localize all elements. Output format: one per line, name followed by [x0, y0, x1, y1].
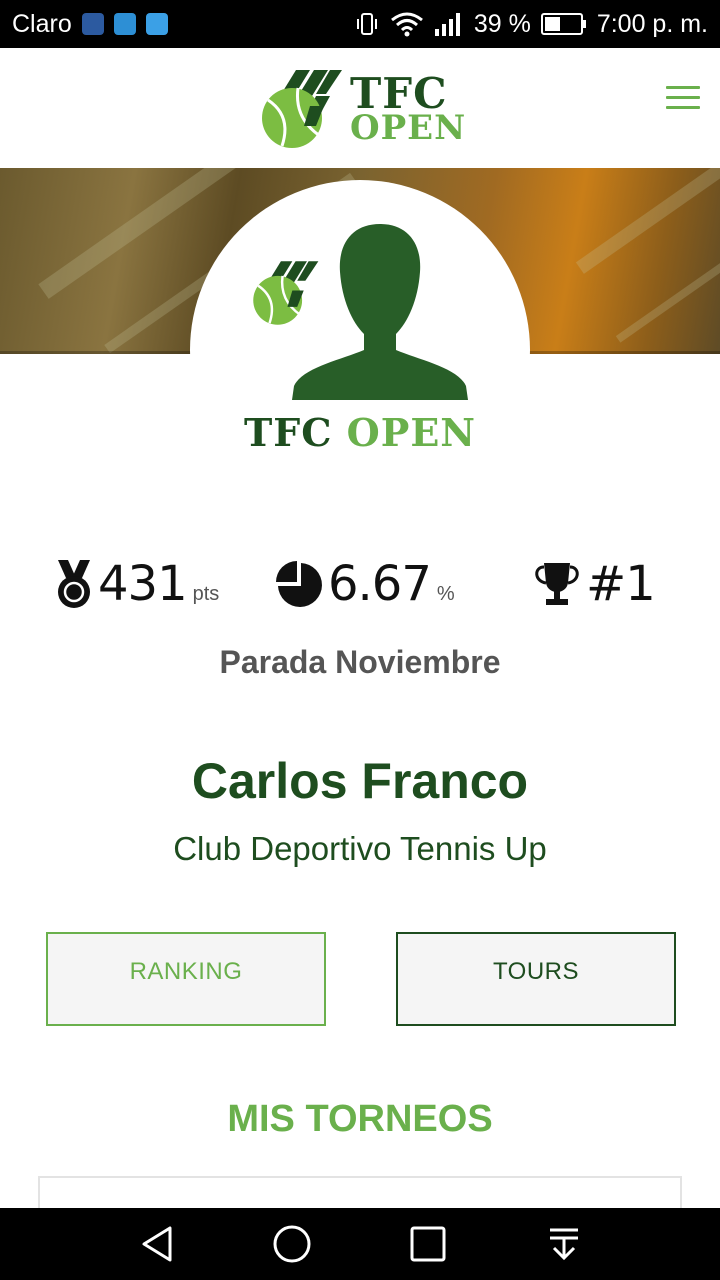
- player-stats: 431 pts 6.67 % #1: [0, 556, 720, 626]
- battery-percent: 39 %: [473, 9, 531, 38]
- battery-icon: [540, 13, 586, 35]
- tennis-ball-logo-icon: [262, 70, 342, 148]
- messenger-notification-icon: [113, 13, 136, 35]
- medal-icon: [58, 560, 90, 608]
- avatar-brand-tfc: TFC: [243, 410, 333, 455]
- header-logo[interactable]: TFC OPEN: [258, 66, 466, 152]
- percent-value: 6.67: [328, 556, 432, 612]
- points-value: 431: [98, 556, 188, 612]
- ranking-button[interactable]: RANKING: [46, 932, 326, 1026]
- logo-text-open: OPEN: [350, 107, 467, 148]
- chat-notification-icon: [145, 13, 168, 35]
- signal-icon: [434, 13, 460, 36]
- back-icon[interactable]: [138, 1224, 178, 1264]
- recent-apps-icon[interactable]: [408, 1224, 448, 1264]
- wifi-icon: [390, 12, 423, 37]
- status-bar: Claro 39 % 7:00 p. m.: [0, 0, 720, 48]
- clock: 7:00 p. m.: [596, 9, 708, 38]
- system-nav-bar: [0, 1208, 720, 1280]
- trophy-icon: [535, 563, 579, 605]
- percent-unit: %: [436, 583, 455, 605]
- app-header: TFC OPEN: [0, 48, 720, 168]
- stat-percent: 6.67 %: [274, 556, 455, 612]
- tours-button[interactable]: TOURS: [396, 932, 676, 1026]
- carrier-label: Claro: [12, 9, 72, 38]
- player-name: Carlos Franco: [191, 753, 529, 809]
- home-icon[interactable]: [272, 1224, 312, 1264]
- points-unit: pts: [192, 583, 220, 605]
- notification-pulldown-icon[interactable]: [544, 1224, 584, 1264]
- logo-text-tfc: TFC: [350, 68, 448, 118]
- stat-points: 431 pts: [54, 556, 219, 612]
- avatar-brand-text: TFC OPEN: [0, 410, 720, 455]
- avatar-brand-open: OPEN: [346, 410, 477, 455]
- pie-chart-icon: [276, 561, 322, 607]
- hamburger-menu-icon[interactable]: [666, 86, 700, 114]
- vibrate-icon: [356, 13, 377, 35]
- stat-rank: #1: [532, 556, 656, 612]
- club-name: Club Deportivo Tennis Up: [173, 830, 547, 867]
- my-tournaments-title: MIS TORNEOS: [227, 1098, 493, 1140]
- user-silhouette-icon: [292, 224, 468, 400]
- app-notification-icon: [81, 13, 104, 35]
- rank-value: #1: [586, 556, 656, 612]
- period-label: Parada Noviembre: [219, 644, 501, 680]
